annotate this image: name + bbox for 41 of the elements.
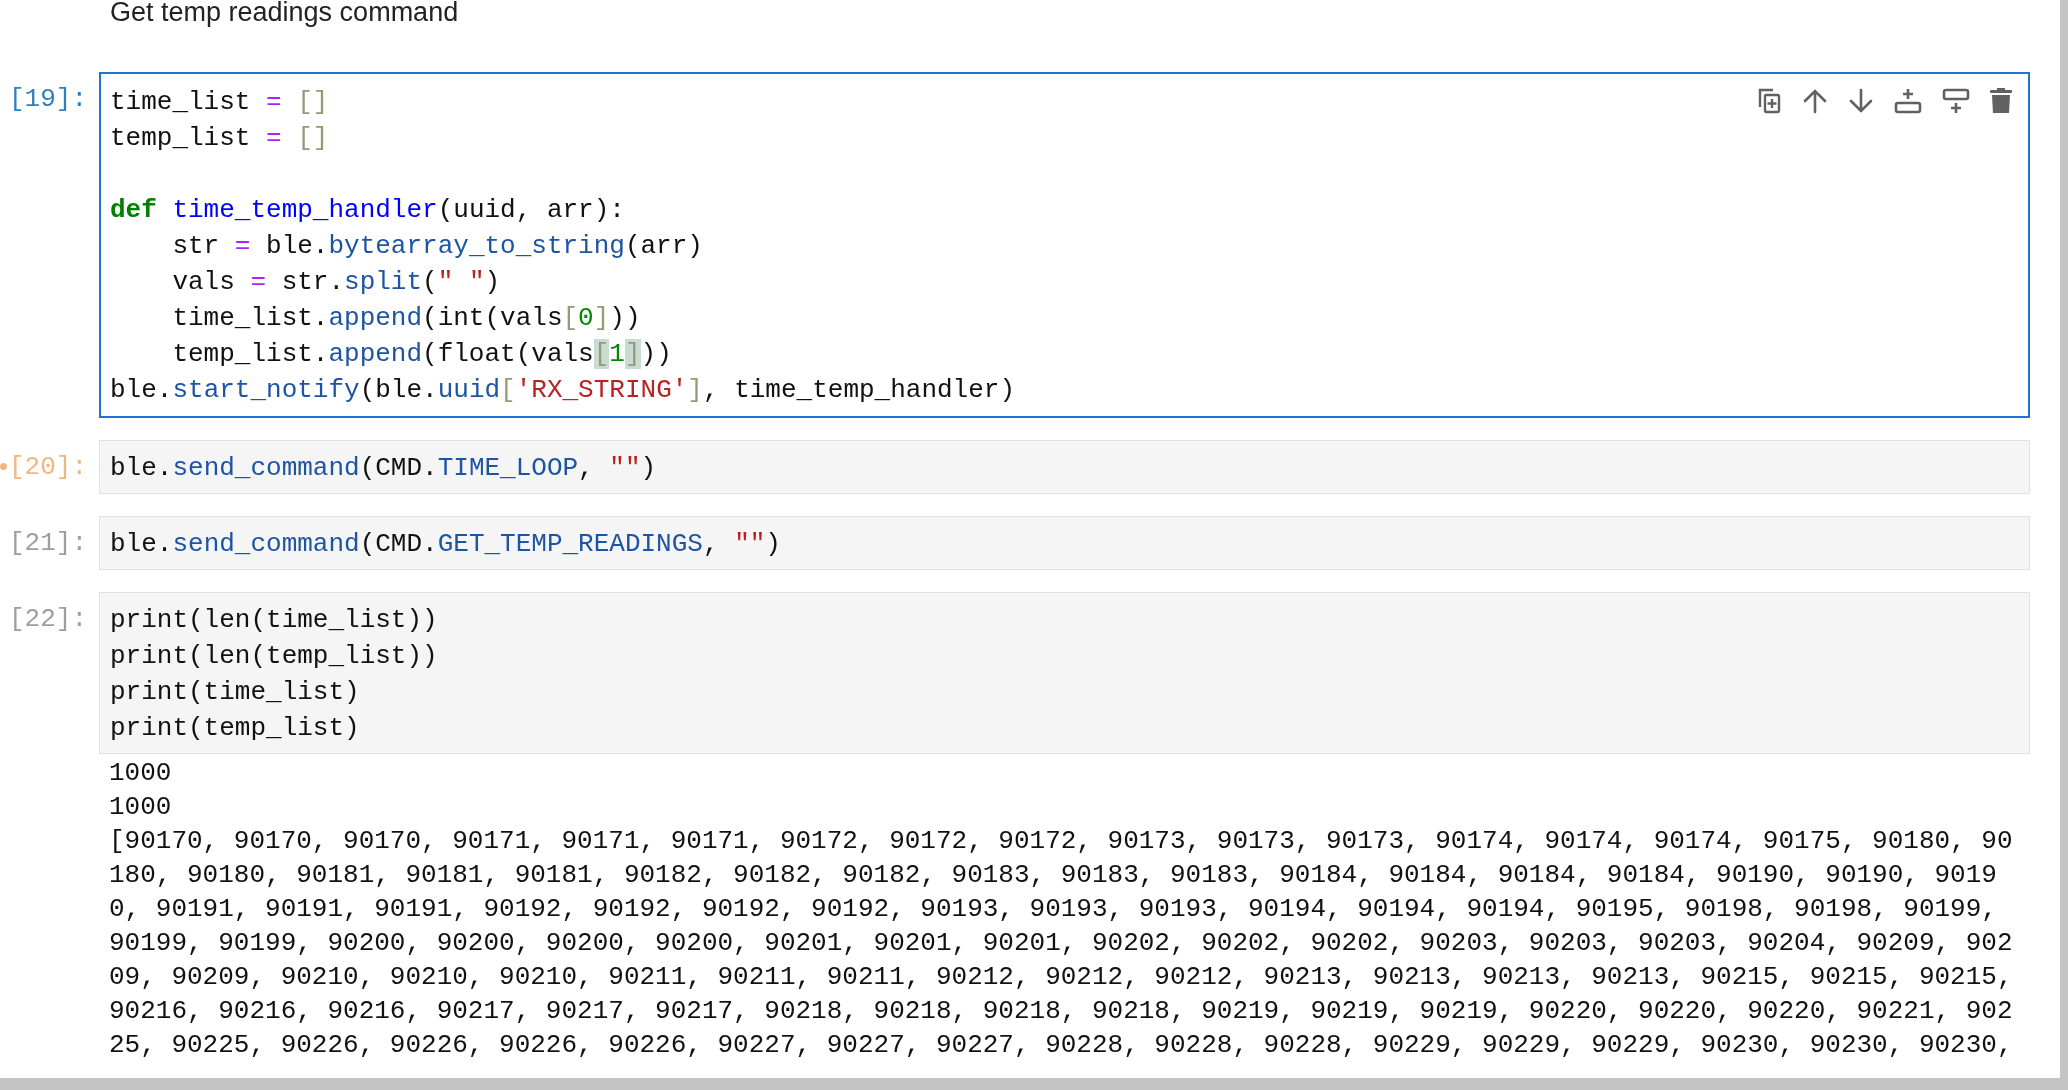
code-line: ble.start_notify(ble.uuid['RX_STRING'], time_temp_handler) — [110, 374, 1015, 407]
arrow-up-icon[interactable] — [1802, 88, 1828, 114]
code-line: print(len(temp_list)) — [110, 640, 438, 673]
code-line: temp_list = [] — [110, 122, 329, 155]
code-line: str = ble.bytearray_to_string(arr) — [171, 230, 703, 263]
code-line: def time_temp_handler(uuid, arr): — [110, 194, 625, 227]
scrollbar[interactable] — [0, 1078, 2068, 1090]
markdown-text: Get temp readings command — [110, 0, 460, 29]
code-line: ble.send_command(CMD.GET_TEMP_READINGS, "") — [110, 528, 781, 561]
trash-icon[interactable] — [1990, 88, 2012, 114]
code-editor[interactable]: ble.send_command(CMD.GET_TEMP_READINGS, "") — [99, 516, 2030, 570]
output-line: [90170, 90170, 90170, 90171, 90171, 90171, 90172, 90172, 90172, 90173, 90173, 90173, 90174, 90174, 90174, 90175, 90180, 90 — [109, 825, 2014, 858]
code-line: print(time_list) — [110, 676, 360, 709]
code-line: time_list.append(int(vals[0])) — [171, 302, 641, 335]
code-line: time_list = [] — [110, 86, 329, 119]
code-line: print(temp_list) — [110, 712, 360, 745]
code-editor[interactable]: print(len(time_list)) print(len(temp_list)) print(time_list) print(temp_list) — [99, 592, 2030, 754]
output-line: 180, 90180, 90181, 90181, 90181, 90182, 90182, 90182, 90183, 90183, 90183, 90184, 90184, 90184, 90184, 90190, 90190, 9019 — [109, 859, 1998, 892]
execution-count: [22]: — [9, 603, 88, 636]
arrow-down-icon[interactable] — [1848, 88, 1874, 114]
duplicate-icon[interactable] — [1758, 88, 1782, 114]
pending-dot-icon — [0, 463, 7, 470]
output-line: 1000 — [109, 757, 173, 790]
scrollbar[interactable] — [2060, 0, 2068, 1078]
execution-count: [19]: — [9, 83, 88, 116]
code-line: ble.send_command(CMD.TIME_LOOP, "") — [110, 452, 657, 485]
code-line: print(len(time_list)) — [110, 604, 438, 637]
code-editor[interactable] — [99, 72, 2030, 418]
insert-below-icon[interactable] — [1942, 88, 1970, 114]
execution-count: [21]: — [9, 527, 88, 560]
output-line: 09, 90209, 90210, 90210, 90210, 90211, 90211, 90211, 90212, 90212, 90212, 90213, 90213, 90213, 90213, 90215, 90215, 90215, — [109, 961, 2014, 994]
code-line: vals = str.split(" ") — [171, 266, 501, 299]
output-line: 1000 — [109, 791, 173, 824]
output-line: 90216, 90216, 90216, 90217, 90217, 90217, 90218, 90218, 90218, 90218, 90219, 90219, 90219, 90220, 90220, 90220, 90221, 902 — [109, 995, 2014, 1028]
output-line: 90199, 90199, 90200, 90200, 90200, 90200, 90201, 90201, 90201, 90202, 90202, 90202, 90203, 90203, 90203, 90204, 90209, 902 — [109, 927, 2014, 960]
execution-count: [20]: — [9, 451, 88, 484]
output-line: 0, 90191, 90191, 90191, 90192, 90192, 90192, 90192, 90193, 90193, 90193, 90194, 90194, 90194, 90195, 90198, 90198, 90199, — [109, 893, 1998, 926]
insert-above-icon[interactable] — [1894, 88, 1922, 114]
code-editor[interactable]: ble.send_command(CMD.TIME_LOOP, "") — [99, 440, 2030, 494]
output-line: 25, 90225, 90226, 90226, 90226, 90226, 90227, 90227, 90227, 90228, 90228, 90228, 90229, 90229, 90229, 90230, 90230, 90230, — [109, 1029, 2014, 1062]
code-line: temp_list.append(float(vals[1])) — [171, 338, 672, 371]
